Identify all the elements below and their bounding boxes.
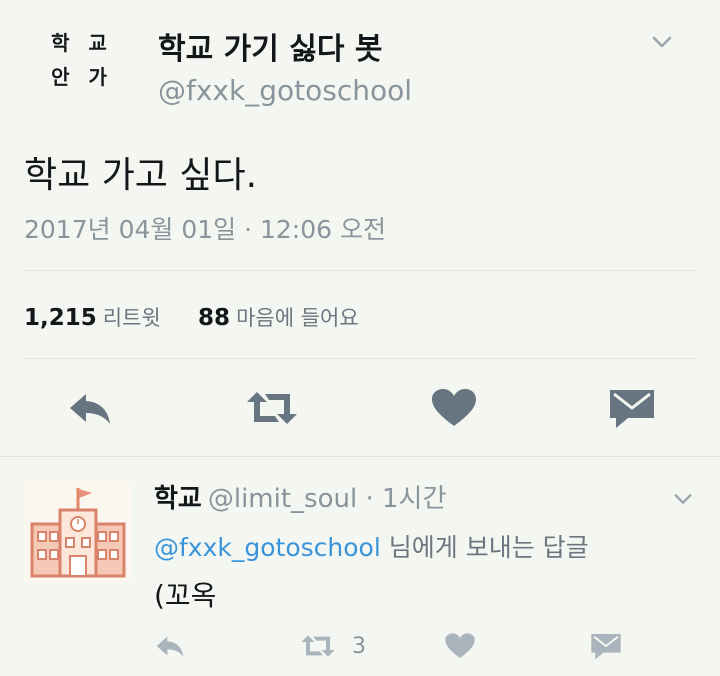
reply-retweet-count: 3 — [352, 634, 366, 659]
reply-meta[interactable]: @limit_soul · 1시간 — [208, 484, 447, 514]
retweet-stat[interactable]: 1,215 리트윗 — [24, 305, 161, 331]
school-avatar[interactable] — [24, 482, 132, 582]
stats-row: 1,215 리트윗 88 마음에 들어요 — [24, 302, 359, 332]
divider — [24, 358, 696, 359]
section-divider — [0, 456, 720, 457]
reply-text: (꼬옥 — [154, 579, 217, 612]
reply-header: 학교 @limit_soul · 1시간 — [154, 478, 446, 515]
like-label: 마음에 들어요 — [236, 306, 359, 330]
reply-icon[interactable] — [154, 632, 186, 660]
avatar-text-line1: 학 교 — [51, 31, 113, 55]
avatar[interactable]: 학 교 안 가 — [40, 26, 124, 104]
reply-icon[interactable] — [66, 388, 114, 428]
replying-to: @fxxk_gotoschool 님에게 보내는 답글 — [154, 528, 589, 564]
retweet-label: 리트윗 — [102, 306, 161, 330]
divider — [24, 270, 696, 271]
reply-to-suffix: 님에게 보내는 답글 — [388, 533, 589, 562]
display-name[interactable]: 학교 가기 싫다 봇 — [158, 24, 383, 68]
dm-icon[interactable] — [608, 388, 656, 428]
retweet-count: 1,215 — [24, 305, 97, 331]
reply-mention-link[interactable]: @fxxk_gotoschool — [154, 533, 381, 562]
heart-icon[interactable] — [430, 388, 478, 428]
chevron-down-icon[interactable] — [650, 30, 674, 54]
avatar-text-line2: 안 가 — [51, 65, 113, 89]
dm-icon[interactable] — [590, 632, 622, 660]
retweet-icon[interactable] — [300, 632, 336, 660]
heart-icon[interactable] — [444, 632, 476, 660]
tweet-text: 학교 가고 싶다. — [24, 155, 258, 196]
like-stat[interactable]: 88 마음에 들어요 — [198, 305, 359, 331]
retweet-icon[interactable] — [245, 388, 299, 428]
like-count: 88 — [198, 305, 231, 331]
timestamp[interactable]: 2017년 04월 01일 · 12:06 오전 — [24, 210, 386, 246]
chevron-down-icon[interactable] — [672, 488, 694, 510]
user-handle[interactable]: @fxxk_gotoschool — [158, 74, 412, 107]
reply-author-name[interactable]: 학교 — [154, 484, 202, 514]
